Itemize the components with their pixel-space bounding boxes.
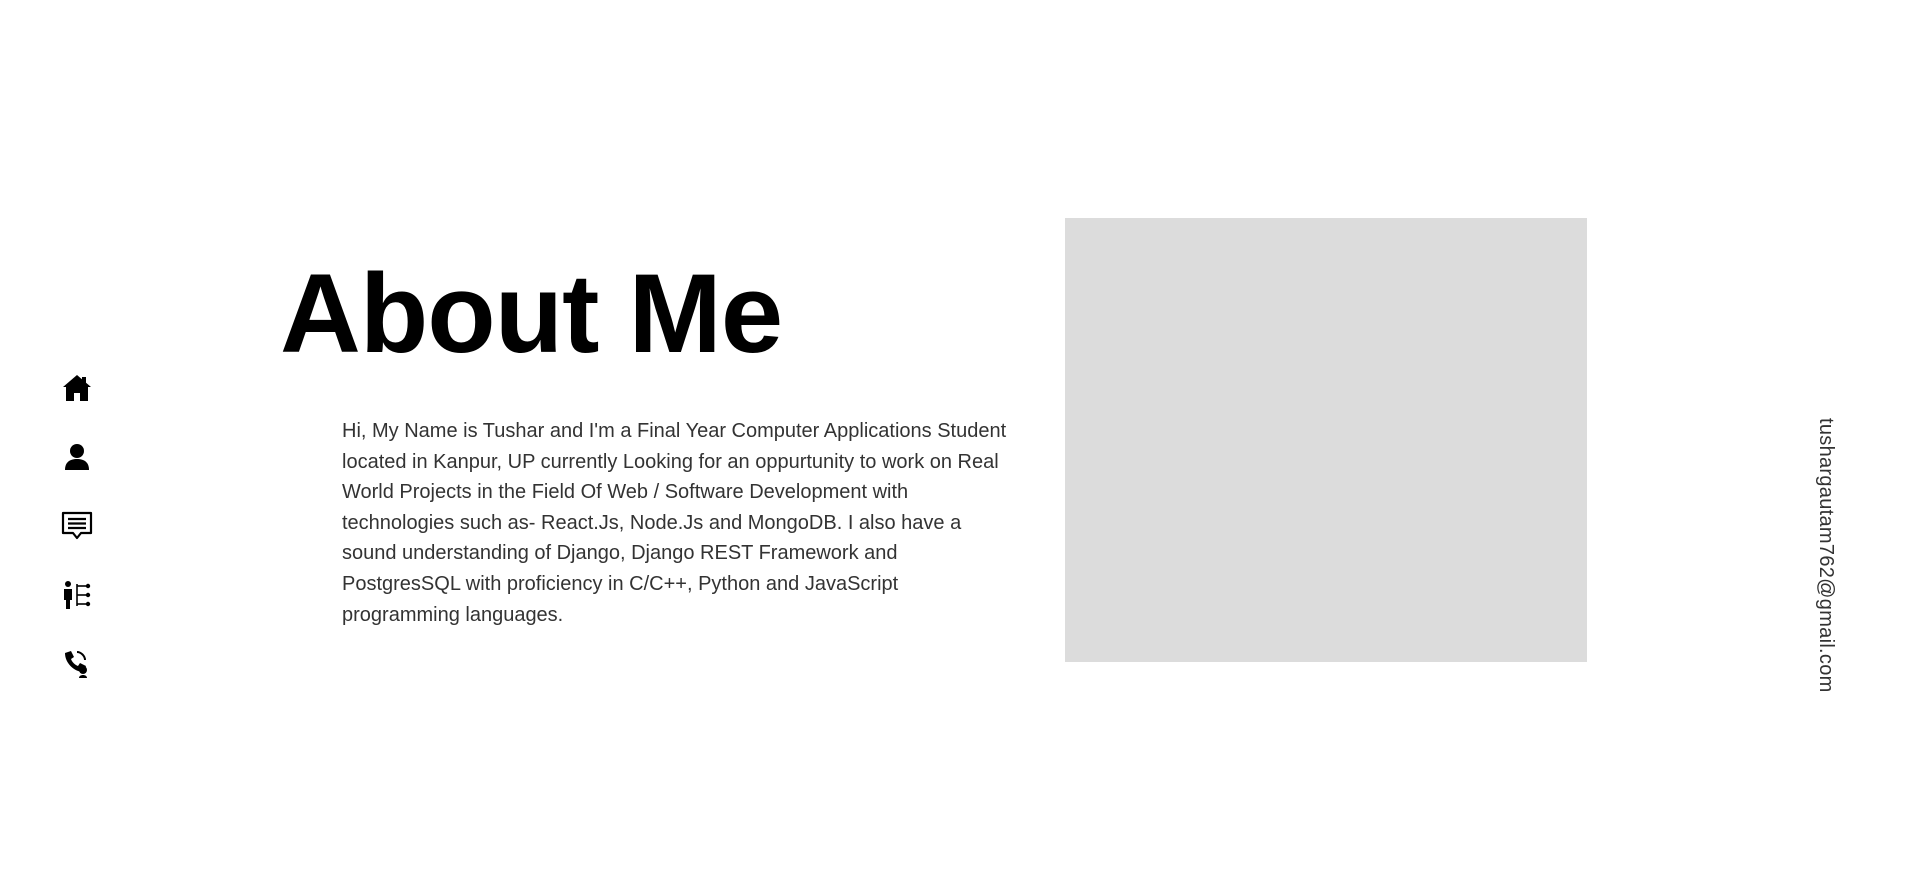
page: About Me Hi, My Name is Tushar and I'm a… [0,0,1905,873]
nav-home[interactable] [60,371,94,405]
page-title: About Me [280,251,783,376]
user-icon [65,444,89,470]
nav-skills[interactable] [60,578,94,612]
about-bio-text: Hi, My Name is Tushar and I'm a Final Ye… [342,420,1007,626]
skills-icon [64,581,91,609]
nav-about[interactable] [60,440,94,474]
sidebar-nav [60,371,94,716]
nav-messages[interactable] [60,509,94,543]
nav-contact[interactable] [60,647,94,681]
profile-image-placeholder [1065,218,1587,662]
message-icon [61,511,93,540]
home-icon [63,375,91,401]
email-link[interactable]: tushargautam762@gmail.com [1814,418,1837,693]
contact-icon [65,651,87,678]
